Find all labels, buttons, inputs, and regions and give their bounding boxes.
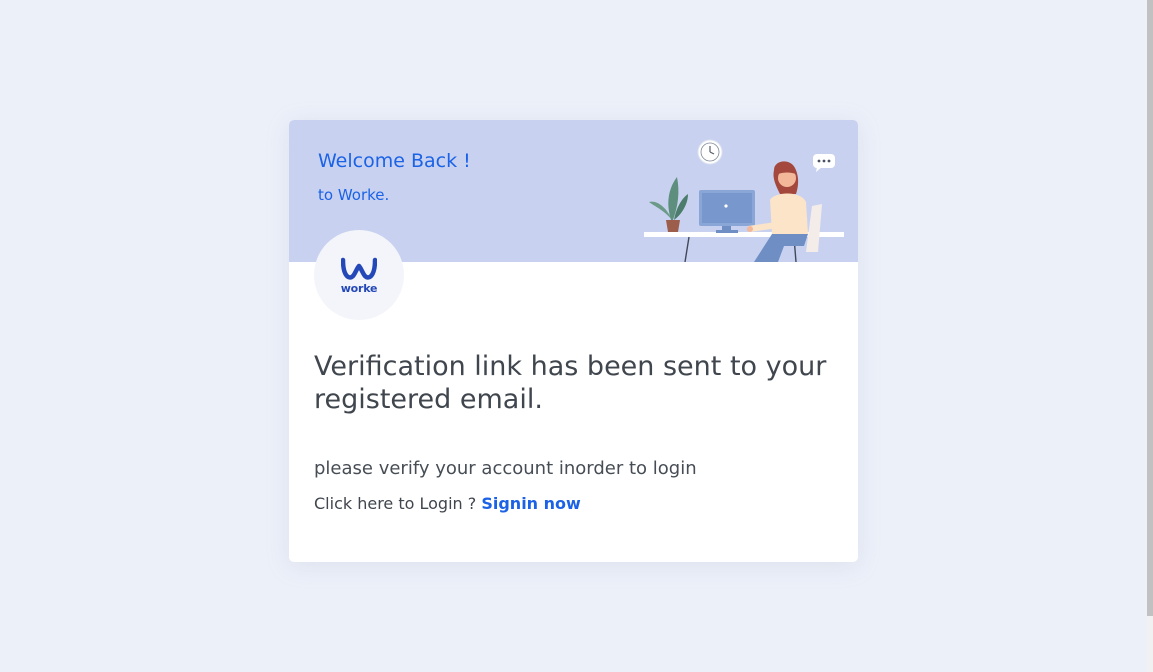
welcome-title: Welcome Back ! <box>318 150 471 172</box>
page: Welcome Back ! to Worke. worke Verificat… <box>0 0 1153 672</box>
person-illustration <box>747 161 808 262</box>
login-prompt-text: Click here to Login ? <box>314 494 477 513</box>
signin-now-link[interactable]: Signin now <box>481 494 580 513</box>
worke-logo-icon <box>341 257 377 280</box>
verify-instruction: please verify your account inorder to lo… <box>314 458 697 479</box>
scrollbar-thumb[interactable] <box>1147 0 1153 616</box>
clock-icon <box>697 139 723 165</box>
verification-card: Welcome Back ! to Worke. worke Verificat… <box>289 120 858 562</box>
workspace-illustration <box>644 139 844 262</box>
welcome-subtitle: to Worke. <box>318 186 390 204</box>
monitor-icon <box>699 190 755 233</box>
login-prompt-row: Click here to Login ? Signin now <box>314 494 581 513</box>
verification-heading: Verification link has been sent to your … <box>314 351 827 415</box>
chat-bubble-icon <box>813 154 835 172</box>
worke-logo-text: worke <box>340 282 378 295</box>
worke-logo-avatar: worke <box>314 230 404 320</box>
